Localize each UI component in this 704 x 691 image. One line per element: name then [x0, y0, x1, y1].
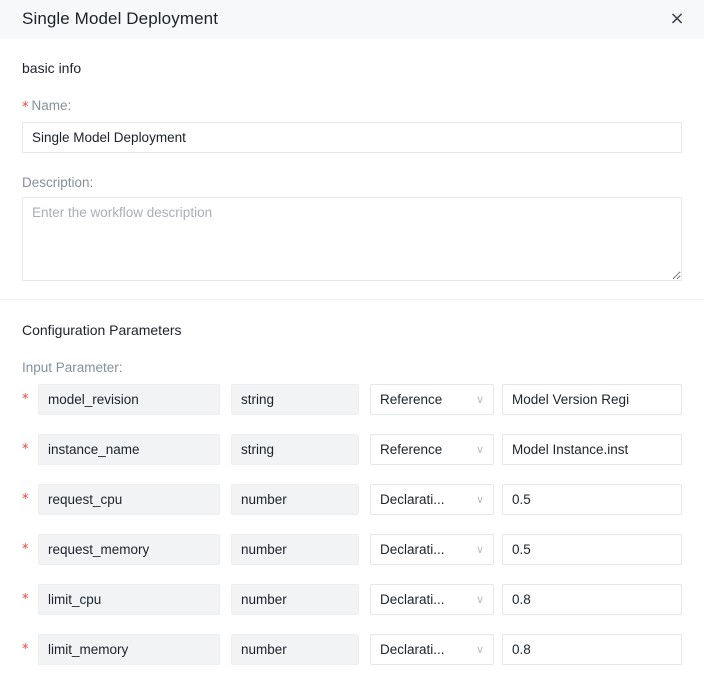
parameter-value-text: Model Instance.inst [512, 442, 629, 457]
dialog-header: Single Model Deployment × [0, 0, 704, 38]
parameter-type-field[interactable]: string [231, 384, 359, 415]
table-row: * limit_cpu number Declarati... ∨ 0.8 [22, 584, 682, 615]
parameter-name-field[interactable]: request_cpu [38, 484, 220, 515]
chevron-down-icon: ∨ [475, 493, 484, 506]
description-label: Description: [22, 175, 94, 190]
table-row: * request_memory number Declarati... ∨ 0… [22, 534, 682, 565]
parameter-name-text: request_memory [48, 542, 150, 557]
required-asterisk: * [22, 542, 29, 557]
input-parameter-list: * model_revision string Reference ∨ Mode… [22, 384, 682, 665]
parameter-value-text: 0.8 [512, 642, 531, 657]
basic-info-section: basic info *Name: Description: [0, 38, 704, 281]
parameter-name-text: request_cpu [48, 492, 123, 507]
parameter-name-text: model_revision [48, 392, 139, 407]
parameter-source-select[interactable]: Declarati... ∨ [370, 584, 494, 615]
parameter-source-text: Declarati... [380, 642, 445, 657]
required-asterisk: * [22, 592, 29, 607]
name-label: * Name: [22, 98, 682, 115]
description-textarea[interactable] [22, 197, 682, 281]
parameter-type-text: number [241, 592, 287, 607]
required-asterisk: * [22, 642, 29, 657]
configuration-parameters-heading: Configuration Parameters [22, 322, 182, 338]
required-asterisk: * [22, 100, 29, 115]
parameter-name-text: limit_memory [48, 642, 129, 657]
chevron-down-icon: ∨ [475, 643, 484, 656]
chevron-down-icon: ∨ [475, 443, 484, 456]
parameter-name-text: limit_cpu [48, 592, 102, 607]
parameter-value-field[interactable]: 0.5 [502, 484, 682, 515]
parameter-name-field[interactable]: instance_name [38, 434, 220, 465]
dialog-body: basic info *Name: Description: Configura… [0, 38, 704, 665]
parameter-value-text: Model Version Regi [512, 392, 630, 407]
chevron-down-icon: ∨ [475, 393, 484, 406]
parameter-source-select[interactable]: Reference ∨ [370, 434, 494, 465]
parameter-type-field[interactable]: string [231, 434, 359, 465]
dialog-title: Single Model Deployment [22, 8, 219, 28]
parameter-value-field[interactable]: Model Version Regi [502, 384, 682, 415]
parameter-source-text: Reference [380, 392, 443, 407]
table-row: * request_cpu number Declarati... ∨ 0.5 [22, 484, 682, 515]
parameter-value-text: 0.5 [512, 542, 531, 557]
parameter-type-text: number [241, 542, 287, 557]
parameter-source-text: Declarati... [380, 542, 445, 557]
parameter-source-text: Reference [380, 442, 443, 457]
parameter-value-field[interactable]: 0.8 [502, 634, 682, 665]
parameter-type-field[interactable]: number [231, 634, 359, 665]
required-asterisk: * [22, 392, 29, 407]
parameter-value-field[interactable]: 0.5 [502, 534, 682, 565]
parameter-type-text: string [241, 392, 275, 407]
parameter-type-text: number [241, 492, 287, 507]
parameter-name-field[interactable]: model_revision [38, 384, 220, 415]
parameter-source-text: Declarati... [380, 492, 445, 507]
parameter-type-text: number [241, 642, 287, 657]
parameter-value-text: 0.8 [512, 592, 531, 607]
parameter-name-text: instance_name [48, 442, 140, 457]
parameter-source-select[interactable]: Declarati... ∨ [370, 534, 494, 565]
input-parameter-label: Input Parameter: [22, 360, 123, 375]
parameter-type-field[interactable]: number [231, 534, 359, 565]
parameter-type-field[interactable]: number [231, 584, 359, 615]
table-row: * model_revision string Reference ∨ Mode… [22, 384, 682, 415]
parameter-source-select[interactable]: Declarati... ∨ [370, 634, 494, 665]
close-icon[interactable]: × [666, 8, 688, 30]
parameter-name-field[interactable]: request_memory [38, 534, 220, 565]
parameter-value-field[interactable]: Model Instance.inst [502, 434, 682, 465]
parameter-type-field[interactable]: number [231, 484, 359, 515]
name-label-text: Name: [31, 98, 72, 113]
parameter-name-field[interactable]: limit_cpu [38, 584, 220, 615]
configuration-parameters-section: Configuration Parameters Input Parameter… [0, 300, 704, 665]
required-asterisk: * [22, 492, 29, 507]
required-asterisk: * [22, 442, 29, 457]
parameter-value-text: 0.5 [512, 492, 531, 507]
chevron-down-icon: ∨ [475, 543, 484, 556]
parameter-value-field[interactable]: 0.8 [502, 584, 682, 615]
parameter-source-select[interactable]: Declarati... ∨ [370, 484, 494, 515]
parameter-name-field[interactable]: limit_memory [38, 634, 220, 665]
parameter-source-text: Declarati... [380, 592, 445, 607]
name-input[interactable] [22, 122, 682, 153]
parameter-source-select[interactable]: Reference ∨ [370, 384, 494, 415]
parameter-type-text: string [241, 442, 275, 457]
table-row: * instance_name string Reference ∨ Model… [22, 434, 682, 465]
chevron-down-icon: ∨ [475, 593, 484, 606]
basic-info-heading: basic info [22, 60, 82, 76]
table-row: * limit_memory number Declarati... ∨ 0.8 [22, 634, 682, 665]
